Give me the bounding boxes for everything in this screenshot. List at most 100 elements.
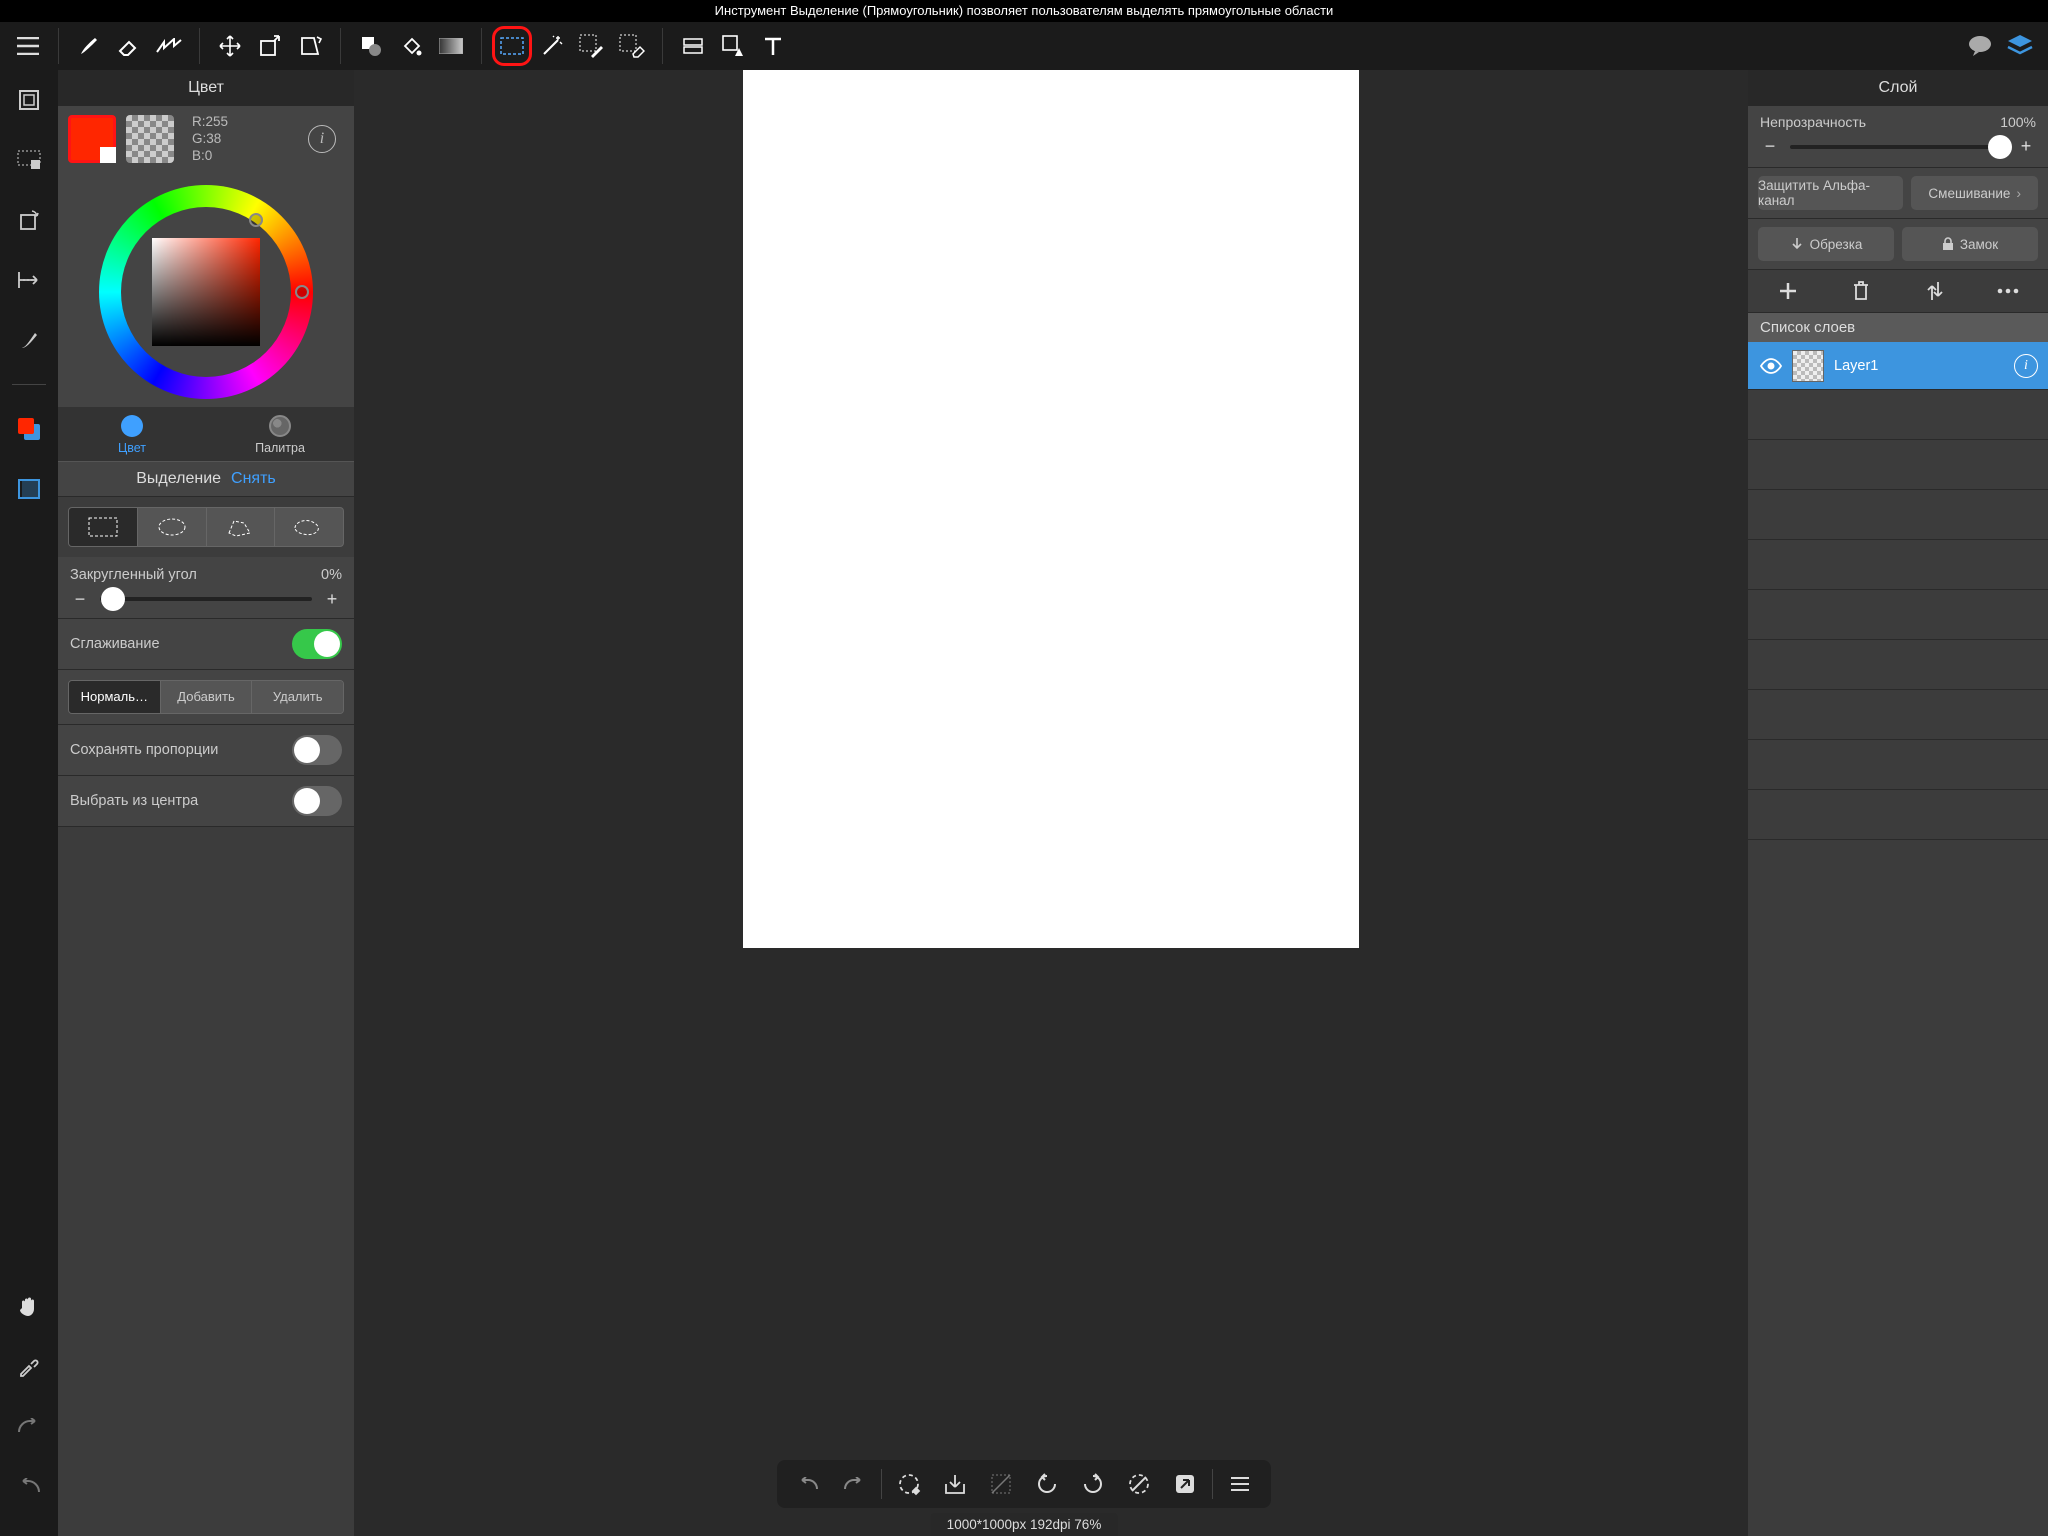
opacity-label: Непрозрачность (1760, 114, 1866, 130)
text-tool[interactable] (753, 26, 793, 66)
mode-normal[interactable]: Нормаль… (69, 681, 161, 713)
menu-button[interactable] (8, 26, 48, 66)
layer-visibility-icon[interactable] (1758, 357, 1784, 375)
rounded-corner-label: Закругленный угол (70, 567, 197, 583)
rail-reference[interactable] (9, 469, 49, 509)
shape-lasso[interactable] (275, 508, 343, 546)
shape-poly[interactable] (207, 508, 276, 546)
tooltip-bar: Инструмент Выделение (Прямоугольник) поз… (0, 0, 2048, 22)
layer-slot-empty (1748, 490, 2048, 540)
smudge-tool[interactable] (149, 26, 189, 66)
rail-eyedropper[interactable] (9, 1346, 49, 1386)
mode-remove[interactable]: Удалить (252, 681, 343, 713)
bt-more[interactable] (1217, 1464, 1263, 1504)
tab-color[interactable]: Цвет (58, 407, 206, 461)
eraser-tool[interactable] (109, 26, 149, 66)
bt-rotate-cw[interactable] (1070, 1464, 1116, 1504)
right-panel: Слой Непрозрачность100% − + Защитить Аль… (1748, 70, 2048, 1536)
rect-select-tool[interactable] (492, 26, 532, 66)
add-layer-button[interactable] (1766, 280, 1810, 302)
shape-ellipse[interactable] (138, 508, 207, 546)
from-center-toggle[interactable] (292, 786, 342, 816)
op-minus[interactable]: − (1760, 136, 1780, 157)
op-slider[interactable] (1790, 145, 2006, 149)
brush-tool[interactable] (69, 26, 109, 66)
layer-panel-title: Слой (1748, 70, 2048, 106)
gradient-tool[interactable] (431, 26, 471, 66)
layer-slot-empty (1748, 740, 2048, 790)
lock-button[interactable]: Замок (1902, 227, 2038, 261)
rail-colors[interactable] (9, 409, 49, 449)
select-eraser-tool[interactable] (612, 26, 652, 66)
canvas-tool[interactable] (713, 26, 753, 66)
rc-minus[interactable]: − (70, 589, 90, 610)
magic-wand-tool[interactable] (532, 26, 572, 66)
rail-select-layer[interactable] (9, 140, 49, 180)
rc-slider[interactable] (100, 597, 312, 601)
from-center-label: Выбрать из центра (70, 793, 198, 809)
fill-tool[interactable] (391, 26, 431, 66)
sv-box[interactable] (152, 238, 260, 346)
keep-ratio-toggle[interactable] (292, 735, 342, 765)
layer-info-button[interactable]: i (2014, 354, 2038, 378)
antialias-label: Сглаживание (70, 636, 160, 652)
rail-rotate[interactable] (9, 200, 49, 240)
layer-slot-empty (1748, 540, 2048, 590)
distort-tool[interactable] (290, 26, 330, 66)
rail-redo[interactable] (9, 1406, 49, 1446)
bt-deselect[interactable] (1116, 1464, 1162, 1504)
delete-layer-button[interactable] (1840, 280, 1884, 302)
bt-invert-sel[interactable] (978, 1464, 1024, 1504)
layer-slot-empty (1748, 390, 2048, 440)
tab-palette[interactable]: Палитра (206, 407, 354, 461)
keep-ratio-label: Сохранять пропорции (70, 742, 218, 758)
layer-more-button[interactable] (1987, 280, 2031, 302)
color-info-button[interactable]: i (308, 125, 336, 153)
blending-button[interactable]: Смешивание› (1911, 176, 2038, 210)
bt-rotate-ccw[interactable] (1024, 1464, 1070, 1504)
mode-add[interactable]: Добавить (161, 681, 253, 713)
canvas[interactable] (743, 70, 1359, 948)
layer-slot-empty (1748, 590, 2048, 640)
reorder-layer-button[interactable] (1913, 280, 1957, 302)
layers-icon[interactable] (2000, 26, 2040, 66)
layer-slot-empty (1748, 640, 2048, 690)
select-brush-tool[interactable] (572, 26, 612, 66)
bt-undo[interactable] (785, 1464, 831, 1504)
layer-item-1[interactable]: Layer1 i (1748, 342, 2048, 390)
secondary-color-swatch[interactable] (126, 115, 174, 163)
rail-brush[interactable] (9, 320, 49, 360)
transform-tool[interactable] (250, 26, 290, 66)
bt-rotate-sel[interactable] (886, 1464, 932, 1504)
crop-button[interactable]: Обрезка (1758, 227, 1894, 261)
color-wheel[interactable] (99, 185, 313, 399)
bt-redo[interactable] (831, 1464, 877, 1504)
protect-alpha-button[interactable]: Защитить Альфа-канал (1758, 176, 1903, 210)
layer-list-head: Список слоев (1748, 313, 2048, 342)
bt-expand[interactable] (1162, 1464, 1208, 1504)
rounded-corner-value: 0% (321, 567, 342, 583)
shape-tool[interactable] (351, 26, 391, 66)
color-panel-title: Цвет (58, 70, 354, 106)
rc-plus[interactable]: + (322, 589, 342, 610)
selection-title: Выделение (136, 470, 221, 488)
layer-slot-empty (1748, 690, 2048, 740)
chat-icon[interactable] (1960, 26, 2000, 66)
shape-rect[interactable] (69, 508, 138, 546)
move-tool[interactable] (210, 26, 250, 66)
rail-hand[interactable] (9, 1286, 49, 1326)
bt-save-sel[interactable] (932, 1464, 978, 1504)
rgb-readout: R:255 G:38 B:0 (192, 114, 228, 165)
rail-flip[interactable] (9, 260, 49, 300)
rail-undo[interactable] (9, 1466, 49, 1506)
primary-color-swatch[interactable] (68, 115, 116, 163)
left-panel: Цвет R:255 G:38 B:0 i Цвет Палитра Выдел… (58, 70, 354, 1536)
top-toolbar (0, 22, 2048, 70)
rail-fullscreen[interactable] (9, 80, 49, 120)
selection-clear[interactable]: Снять (231, 470, 276, 488)
layer-slot-empty (1748, 790, 2048, 840)
antialias-toggle[interactable] (292, 629, 342, 659)
color-swatch-row: R:255 G:38 B:0 i (58, 106, 354, 173)
crop-tool[interactable] (673, 26, 713, 66)
op-plus[interactable]: + (2016, 136, 2036, 157)
